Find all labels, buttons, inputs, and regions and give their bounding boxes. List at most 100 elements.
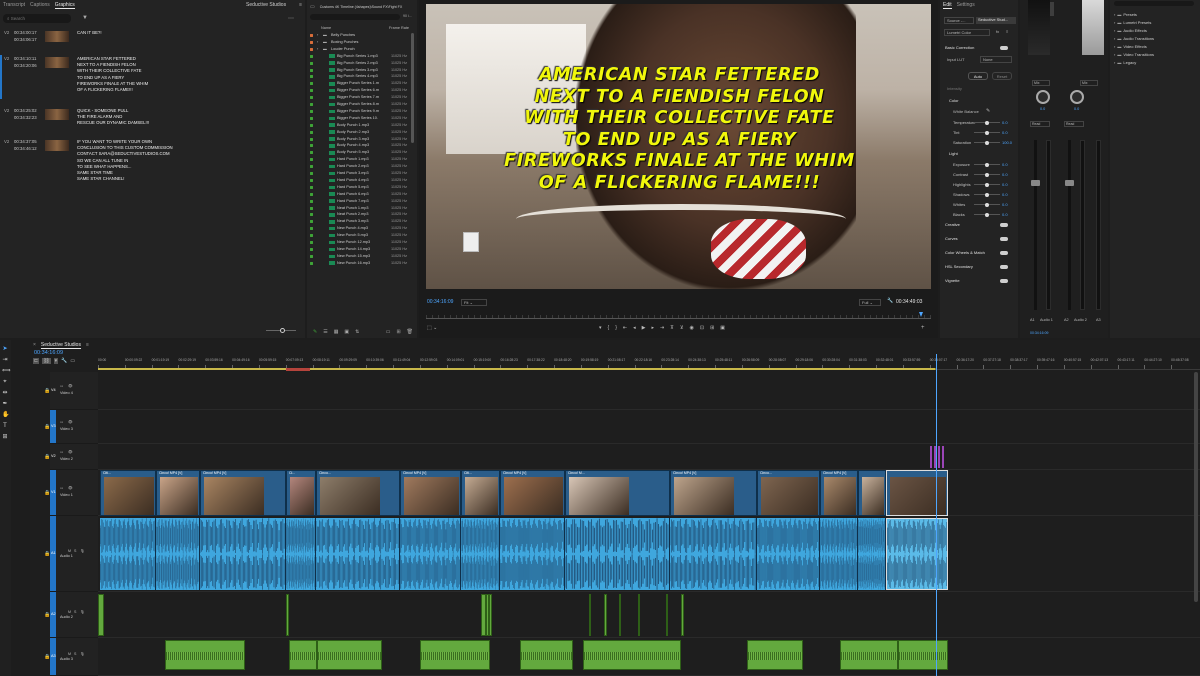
pen-tool-icon[interactable]: ✒ bbox=[2, 401, 8, 407]
slider-value[interactable]: 0.0 bbox=[1002, 128, 1008, 137]
project-item[interactable]: Neat Punch 3.mp3 11025 Hz bbox=[307, 218, 415, 225]
project-item[interactable]: Neat Punch 1.mp3 11025 Hz bbox=[307, 205, 415, 212]
automation-read-1[interactable]: Read bbox=[1030, 121, 1050, 127]
chevron-right-icon[interactable]: › bbox=[1114, 52, 1115, 57]
video-clip[interactable]: Cinco! MP4 [V] bbox=[820, 470, 858, 516]
label-color-swatch[interactable] bbox=[310, 151, 313, 155]
lift-icon[interactable]: ⊼ bbox=[670, 325, 674, 331]
timeline-sequence-tab[interactable]: Seductive Studios bbox=[40, 342, 81, 349]
ripple-edit-tool-icon[interactable]: ⟺ bbox=[2, 368, 11, 374]
effects-folder[interactable]: › ▬ Video Transitions bbox=[1114, 52, 1154, 57]
mute-button[interactable]: M bbox=[68, 549, 71, 553]
graphics-item[interactable]: V2 00:34:25:02 00:34:32:23 QUICK - SOMEO… bbox=[0, 108, 305, 128]
new-item-icon[interactable]: ⊞ bbox=[396, 329, 400, 335]
fx-icon[interactable]: fx bbox=[996, 29, 999, 34]
go-to-in-icon[interactable]: ⇤ bbox=[623, 325, 627, 331]
label-color-swatch[interactable] bbox=[310, 254, 313, 258]
lumetri-sequence[interactable]: Seductive Stud... bbox=[976, 17, 1016, 24]
slider-knob[interactable] bbox=[985, 202, 989, 207]
fader-1[interactable] bbox=[1034, 140, 1037, 310]
wrench-timeline-icon[interactable]: 🔧 bbox=[61, 358, 67, 364]
toggle-output-icon[interactable]: ▭ bbox=[60, 420, 63, 424]
track-select-tool-icon[interactable]: ⇥ bbox=[2, 357, 8, 363]
label-color-swatch[interactable] bbox=[310, 206, 313, 210]
program-scrub-bar[interactable] bbox=[426, 312, 931, 319]
project-item[interactable]: New Punch 14.mp3 11025 Hz bbox=[307, 246, 415, 253]
extract-icon[interactable]: ⊻ bbox=[680, 325, 684, 331]
toggle-output-icon[interactable]: ▭ bbox=[60, 450, 63, 454]
project-item[interactable]: Hard Punch 5.mp3 11025 Hz bbox=[307, 184, 415, 191]
track-header[interactable]: 🔒 A2 Audio 2 M S 🎙 bbox=[44, 592, 98, 638]
hand-tool-icon[interactable]: ✋ bbox=[2, 412, 9, 418]
go-to-out-icon[interactable]: ⇥ bbox=[660, 325, 664, 331]
program-current-time[interactable]: 00:34:16:09 bbox=[427, 299, 453, 305]
project-item[interactable]: Bigger Punch Series 6.m 11025 Hz bbox=[307, 87, 415, 94]
mute-button[interactable]: M bbox=[68, 652, 71, 656]
fader-handle-2[interactable] bbox=[1065, 180, 1074, 186]
lumetri-slider-row[interactable]: Whites 0.0 bbox=[940, 200, 1015, 209]
eye-icon[interactable]: 👁 bbox=[68, 450, 73, 454]
audio-clip[interactable] bbox=[100, 518, 156, 590]
mark-out-icon[interactable]: } bbox=[615, 325, 617, 331]
label-color-swatch[interactable] bbox=[310, 192, 313, 196]
slip-tool-icon[interactable]: ⇹ bbox=[2, 390, 8, 396]
project-folder[interactable]: › ▬ Louder Punch bbox=[307, 46, 415, 53]
audio-music-clip[interactable] bbox=[420, 640, 490, 670]
project-item[interactable]: Body Punch 5.mp3 11025 Hz bbox=[307, 149, 415, 156]
eye-icon[interactable]: 👁 bbox=[68, 486, 73, 490]
slider-knob[interactable] bbox=[985, 182, 989, 187]
video-clip[interactable]: Citi... bbox=[100, 470, 156, 516]
chevron-right-icon[interactable]: › bbox=[317, 32, 318, 39]
razor-tool-icon[interactable]: ⌖ bbox=[2, 379, 8, 385]
mark-in-icon[interactable]: { bbox=[608, 325, 610, 331]
graphics-item[interactable]: V2 00:34:37:05 00:34:46:12 IF YOU WANT T… bbox=[0, 139, 305, 185]
slider-track[interactable] bbox=[974, 162, 1000, 167]
solo-button[interactable]: S bbox=[74, 549, 76, 553]
color-heading[interactable]: Color bbox=[949, 98, 959, 103]
effects-folder[interactable]: › ▬ Video Effects bbox=[1114, 44, 1147, 49]
project-item[interactable]: Hard Punch 6.mp3 11025 Hz bbox=[307, 191, 415, 198]
slider-track[interactable] bbox=[974, 130, 1000, 135]
graphic-clip[interactable] bbox=[938, 446, 940, 468]
lumetri-effect-select[interactable]: Lumetri Color bbox=[944, 29, 990, 36]
tab-captions[interactable]: Captions bbox=[30, 2, 50, 8]
audio-sfx-clip[interactable] bbox=[604, 594, 607, 636]
lumetri-section-heading[interactable]: Curves bbox=[945, 236, 958, 241]
tab-edit[interactable]: Edit bbox=[943, 2, 952, 9]
col-frame-rate[interactable]: Frame Rate bbox=[389, 26, 409, 30]
zoom-slider-handle[interactable] bbox=[280, 328, 285, 333]
safe-margins-icon[interactable]: ⊞ bbox=[710, 325, 714, 331]
project-item[interactable]: Hard Punch 1.mp3 11025 Hz bbox=[307, 156, 415, 163]
freeform-view-icon[interactable]: ▣ bbox=[344, 329, 349, 335]
track-lane[interactable] bbox=[98, 410, 1200, 444]
label-color-swatch[interactable] bbox=[310, 178, 313, 182]
video-clip[interactable]: Cinco! MP4 [V] bbox=[670, 470, 757, 516]
play-icon[interactable]: ▶ bbox=[642, 325, 646, 331]
microphone-icon[interactable]: 🎙 bbox=[80, 610, 85, 614]
lumetri-menu-icon[interactable]: ≡ bbox=[1006, 29, 1008, 34]
lumetri-section-heading[interactable]: Creative bbox=[945, 222, 960, 227]
video-clip[interactable]: Cinco! MP4 [V] bbox=[400, 470, 461, 516]
tab-transcript[interactable]: Transcript bbox=[3, 2, 25, 8]
project-item[interactable]: Body Punch 1.mp3 11025 Hz bbox=[307, 122, 415, 129]
label-color-swatch[interactable] bbox=[310, 96, 313, 100]
audio-music-clip[interactable] bbox=[165, 640, 245, 670]
type-tool-icon[interactable]: T bbox=[2, 423, 8, 429]
new-bin-icon[interactable]: ▭ bbox=[386, 329, 391, 335]
add-button-icon[interactable]: + bbox=[921, 325, 925, 331]
slider-knob[interactable] bbox=[985, 120, 989, 125]
label-color-swatch[interactable] bbox=[310, 165, 313, 169]
step-forward-icon[interactable]: ▸ bbox=[651, 325, 654, 331]
track-lane[interactable] bbox=[98, 444, 1200, 470]
project-item[interactable]: Body Punch 3.mp3 11025 Hz bbox=[307, 136, 415, 143]
toggle-output-icon[interactable]: ▭ bbox=[60, 384, 63, 388]
list-view-icon[interactable]: ☰ bbox=[323, 329, 327, 335]
captions-icon[interactable]: ▭ bbox=[70, 358, 75, 364]
lumetri-slider-row[interactable]: Shadows 0.0 bbox=[940, 190, 1015, 199]
project-item[interactable]: Body Punch 4.mp3 11025 Hz bbox=[307, 142, 415, 149]
audio-clip[interactable] bbox=[670, 518, 757, 590]
project-item[interactable]: Bigger Punch Series 1.m 11025 Hz bbox=[307, 80, 415, 87]
video-clip[interactable] bbox=[886, 470, 948, 516]
slider-knob[interactable] bbox=[985, 140, 989, 145]
chevron-right-icon[interactable]: › bbox=[317, 39, 318, 46]
